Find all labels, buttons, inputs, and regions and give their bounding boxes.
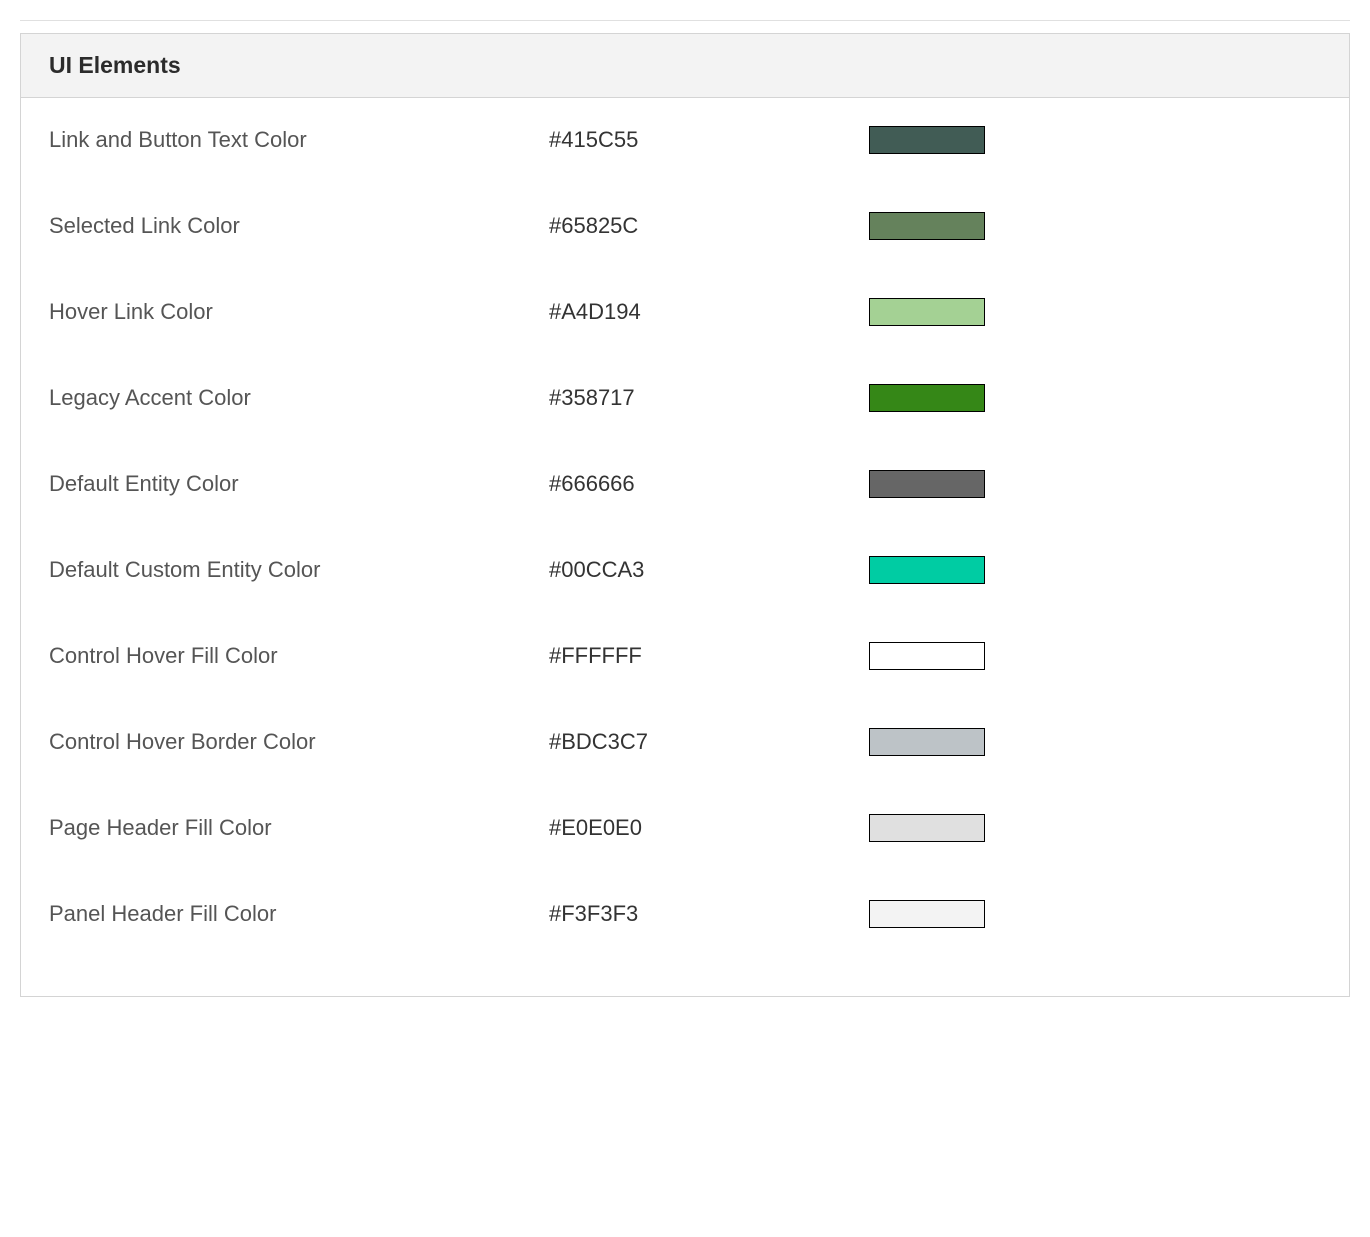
color-swatch[interactable] bbox=[869, 642, 985, 670]
color-label: Legacy Accent Color bbox=[49, 385, 549, 411]
color-swatch[interactable] bbox=[869, 298, 985, 326]
color-row: Default Custom Entity Color#00CCA3 bbox=[49, 556, 1321, 584]
color-row: Legacy Accent Color#358717 bbox=[49, 384, 1321, 412]
color-row: Selected Link Color#65825C bbox=[49, 212, 1321, 240]
panel-body: Link and Button Text Color#415C55 Selecte… bbox=[21, 98, 1349, 996]
color-label: Control Hover Fill Color bbox=[49, 643, 549, 669]
color-value: #FFFFFF bbox=[549, 643, 869, 669]
color-label: Default Entity Color bbox=[49, 471, 549, 497]
color-swatch[interactable] bbox=[869, 384, 985, 412]
color-label: Hover Link Color bbox=[49, 299, 549, 325]
color-swatch[interactable] bbox=[869, 728, 985, 756]
color-row: Default Entity Color#666666 bbox=[49, 470, 1321, 498]
color-row: Hover Link Color#A4D194 bbox=[49, 298, 1321, 326]
color-value: #A4D194 bbox=[549, 299, 869, 325]
color-value: #666666 bbox=[549, 471, 869, 497]
color-row: Link and Button Text Color#415C55 bbox=[49, 126, 1321, 154]
color-label: Page Header Fill Color bbox=[49, 815, 549, 841]
color-value: #00CCA3 bbox=[549, 557, 869, 583]
color-swatch[interactable] bbox=[869, 556, 985, 584]
color-label: Control Hover Border Color bbox=[49, 729, 549, 755]
color-swatch[interactable] bbox=[869, 126, 985, 154]
color-row: Panel Header Fill Color#F3F3F3 bbox=[49, 900, 1321, 928]
color-value: #65825C bbox=[549, 213, 869, 239]
color-label: Panel Header Fill Color bbox=[49, 901, 549, 927]
color-row: Control Hover Border Color#BDC3C7 bbox=[49, 728, 1321, 756]
color-row: Page Header Fill Color#E0E0E0 bbox=[49, 814, 1321, 842]
panel-title: UI Elements bbox=[49, 52, 1321, 79]
color-swatch[interactable] bbox=[869, 212, 985, 240]
color-value: #F3F3F3 bbox=[549, 901, 869, 927]
color-value: #E0E0E0 bbox=[549, 815, 869, 841]
color-swatch[interactable] bbox=[869, 900, 985, 928]
panel-header: UI Elements bbox=[21, 34, 1349, 98]
color-label: Default Custom Entity Color bbox=[49, 557, 549, 583]
color-label: Link and Button Text Color bbox=[49, 127, 549, 153]
ui-elements-panel: UI Elements Link and Button Text Color#4… bbox=[20, 33, 1350, 997]
color-label: Selected Link Color bbox=[49, 213, 549, 239]
top-divider bbox=[20, 20, 1350, 21]
color-value: #BDC3C7 bbox=[549, 729, 869, 755]
color-value: #415C55 bbox=[549, 127, 869, 153]
color-swatch[interactable] bbox=[869, 814, 985, 842]
color-swatch[interactable] bbox=[869, 470, 985, 498]
color-value: #358717 bbox=[549, 385, 869, 411]
color-row: Control Hover Fill Color#FFFFFF bbox=[49, 642, 1321, 670]
